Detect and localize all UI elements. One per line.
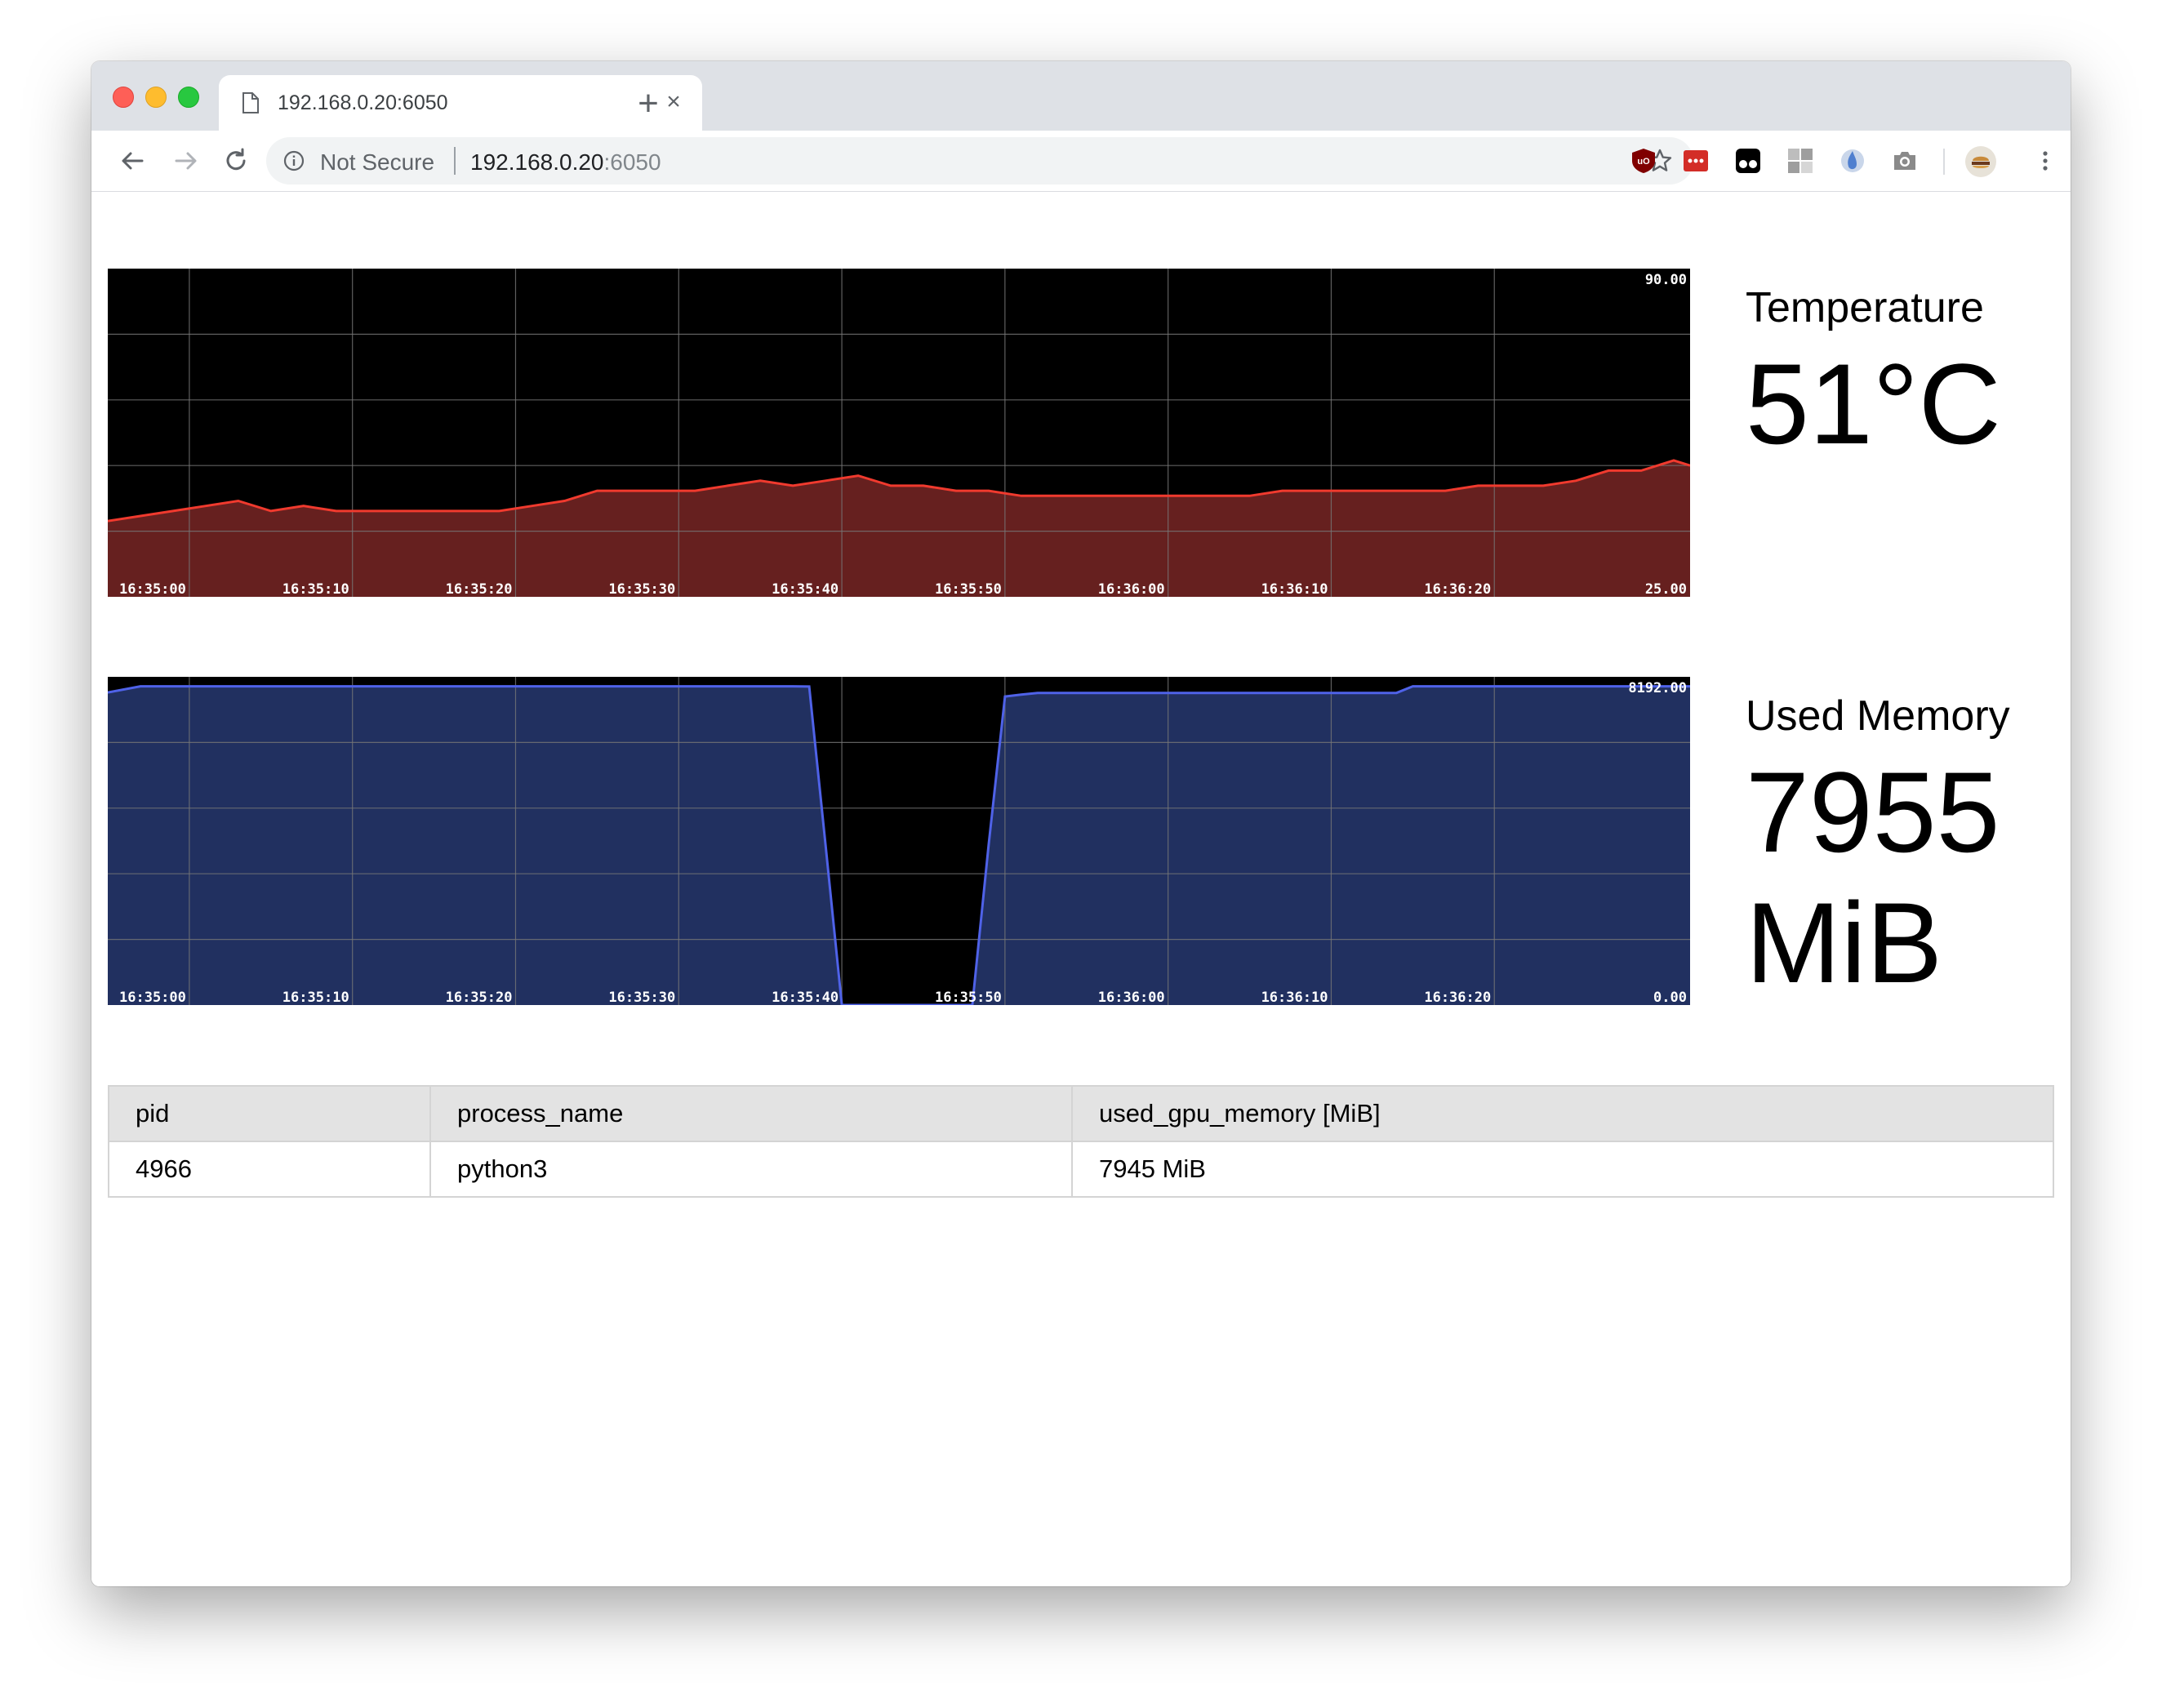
profile-avatar-icon[interactable] [1964,145,1997,178]
x-tick-label: 16:35:50 [935,990,1002,1005]
temperature-label: Temperature [1746,284,1984,331]
x-tick-label: 16:35:30 [608,581,675,597]
toolbar-divider [1943,149,1945,175]
x-tick-label: 16:35:40 [772,581,839,597]
x-tick-label: 16:36:00 [1098,990,1165,1005]
tab-title: 192.168.0.20:6050 [278,91,448,114]
forward-arrow-icon[interactable] [167,142,204,180]
camera-icon[interactable] [1891,147,1919,175]
tab-strip: 192.168.0.20:6050 × + [91,61,2071,131]
reload-icon[interactable] [217,142,255,180]
x-tick-label: 16:35:10 [282,990,349,1005]
x-tick-label: 16:35:00 [119,581,186,597]
x-tick-label: 16:35:10 [282,581,349,597]
lastpass-icon[interactable] [1682,147,1710,175]
y-min-label: 25.00 [1645,581,1687,597]
header-used-gpu-memory: used_gpu_memory [MiB] [1071,1085,2054,1142]
x-tick-label: 16:35:20 [446,990,513,1005]
url-text[interactable]: 192.168.0.20:6050 [470,149,661,176]
zoom-window-button[interactable] [178,87,199,108]
svg-text:uO: uO [1637,157,1650,167]
cell-pid: 4966 [108,1141,431,1198]
y-max-label: 90.00 [1645,272,1687,288]
address-bar[interactable]: Not Secure 192.168.0.20:6050 [266,137,1693,185]
kebab-menu-icon[interactable] [2031,147,2059,175]
temperature-chart: 16:35:00 16:35:10 16:35:20 16:35:30 16:35:40… [108,269,1690,597]
x-tick-label: 16:35:00 [119,990,186,1005]
memory-chart: 16:35:00 16:35:10 16:35:20 16:35:30 16:35:40… [108,677,1690,1005]
x-tick-label: 16:36:20 [1424,990,1491,1005]
ublock-icon[interactable]: uO [1630,147,1657,175]
x-tick-label: 16:35:40 [772,990,839,1005]
security-status[interactable]: Not Secure [320,149,434,176]
memory-label: Used Memory [1746,692,2010,740]
tampermonkey-icon[interactable] [1734,147,1762,175]
x-tick-label: 16:36:10 [1261,581,1328,597]
minimize-window-button[interactable] [145,87,167,108]
x-tick-label: 16:36:10 [1261,990,1328,1005]
x-tick-label: 16:35:20 [446,581,513,597]
info-icon[interactable] [282,149,305,172]
process-table: pid process_name used_gpu_memory [MiB] 4… [108,1085,2054,1198]
chart-area [108,460,1690,597]
page-content: 16:35:00 16:35:10 16:35:20 16:35:30 16:35:40… [91,192,2071,1586]
table-row: 4966 python3 7945 MiB [108,1141,2054,1198]
page-document-icon [242,92,259,113]
extension-grid-icon[interactable] [1786,147,1814,175]
drop-icon[interactable] [1839,147,1866,175]
table-header-row: pid process_name used_gpu_memory [MiB] [108,1085,2054,1142]
temperature-value: 51°C [1746,340,2001,468]
url-host: 192.168.0.20 [470,149,604,175]
y-min-label: 0.00 [1653,990,1687,1005]
x-tick-label: 16:35:30 [608,990,675,1005]
header-pid: pid [108,1085,431,1142]
cell-process-name: python3 [429,1141,1073,1198]
new-tab-button[interactable]: + [630,86,666,122]
chart-area [108,686,1690,1005]
omnibox-separator [454,147,456,175]
close-window-button[interactable] [113,87,134,108]
cell-used-gpu-memory: 7945 MiB [1071,1141,2054,1198]
x-tick-label: 16:35:50 [935,581,1002,597]
x-tick-label: 16:36:00 [1098,581,1165,597]
y-max-label: 8192.00 [1628,680,1687,696]
x-tick-label: 16:36:20 [1424,581,1491,597]
url-port: :6050 [603,149,661,175]
browser-window: 192.168.0.20:6050 × + Not Secure 192.168… [91,61,2071,1586]
back-arrow-icon[interactable] [114,142,152,180]
memory-value: 7955 MiB [1746,748,2000,1007]
browser-toolbar: Not Secure 192.168.0.20:6050 uO [91,131,2071,192]
header-process-name: process_name [429,1085,1073,1142]
